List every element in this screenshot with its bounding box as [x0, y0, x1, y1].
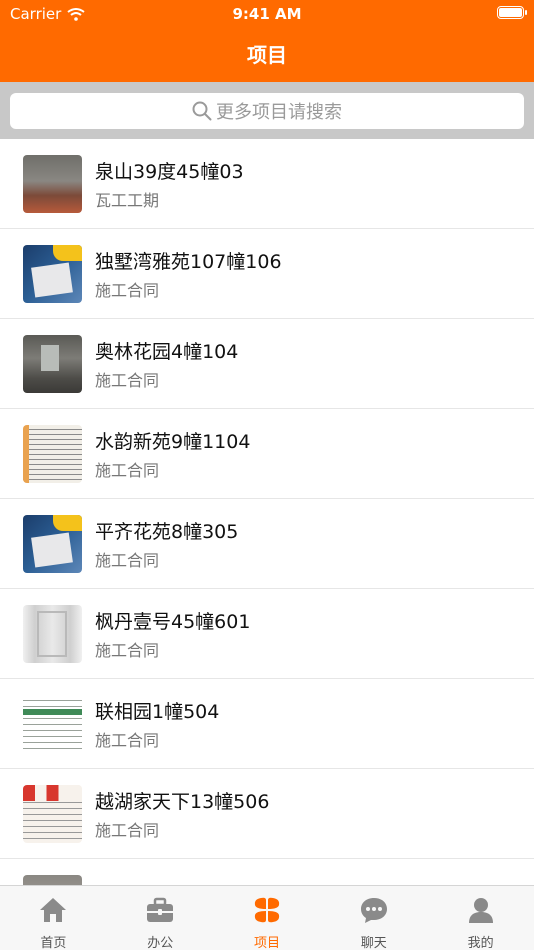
project-title: 越湖家天下13幢506	[95, 791, 270, 813]
search-area: 更多项目请搜索	[0, 82, 534, 139]
project-subtitle: 施工合同	[95, 731, 160, 750]
project-title: 联相园1幢504	[95, 701, 220, 723]
list-item[interactable]: 枫丹壹号45幢601 施工合同	[0, 589, 534, 679]
project-thumbnail	[23, 245, 82, 303]
list-item[interactable]: 平齐花苑8幢305 施工合同	[0, 499, 534, 589]
project-subtitle: 施工合同	[95, 371, 160, 390]
tab-bar: 首页 办公 项目 聊天 我的	[0, 885, 534, 951]
person-icon	[468, 898, 493, 923]
search-icon	[192, 101, 212, 121]
list-item[interactable]: 越湖家天下13幢506 施工合同	[0, 769, 534, 859]
status-time: 9:41 AM	[232, 5, 302, 23]
project-thumbnail	[23, 875, 82, 885]
project-thumbnail	[23, 335, 82, 393]
project-thumbnail	[23, 515, 82, 573]
project-subtitle: 施工合同	[95, 281, 160, 300]
clover-icon	[254, 897, 280, 923]
page-title: 项目	[0, 28, 534, 82]
tab-chat-label: 聊天	[360, 936, 387, 951]
status-bar: Carrier 9:41 AM	[0, 0, 534, 28]
project-title: 平齐花苑8幢305	[95, 521, 239, 543]
project-title: 奥林花园4幢104	[95, 341, 239, 363]
tab-profile-label: 我的	[467, 936, 494, 951]
tab-office[interactable]: 办公	[107, 886, 214, 951]
project-subtitle: 施工合同	[95, 551, 160, 570]
project-title: 独墅湾雅苑107幢106	[95, 251, 282, 273]
project-subtitle: 施工合同	[95, 641, 160, 660]
project-title: 枫丹壹号45幢601	[95, 611, 251, 633]
project-title: 泉山39度45幢03	[95, 161, 244, 183]
project-thumbnail	[23, 155, 82, 213]
list-item[interactable]: 水韵新苑9幢1104 施工合同	[0, 409, 534, 499]
search-placeholder: 更多项目请搜索	[216, 102, 342, 123]
project-thumbnail	[23, 785, 82, 843]
list-item[interactable]: 联相园1幢504 施工合同	[0, 679, 534, 769]
project-subtitle: 施工合同	[95, 821, 160, 840]
project-title: 水韵新苑9幢1104	[95, 431, 251, 453]
project-subtitle: 瓦工工期	[95, 191, 160, 210]
briefcase-icon	[147, 897, 174, 922]
search-input[interactable]: 更多项目请搜索	[10, 93, 524, 129]
project-subtitle: 施工合同	[95, 461, 160, 480]
tab-home[interactable]: 首页	[0, 886, 107, 951]
home-icon	[40, 898, 67, 922]
project-list[interactable]: 泉山39度45幢03 瓦工工期 独墅湾雅苑107幢106 施工合同 奥林花园4幢…	[0, 139, 534, 885]
tab-chat[interactable]: 聊天	[320, 886, 427, 951]
list-item[interactable]: 泉山39度45幢03 瓦工工期	[0, 139, 534, 229]
tab-projects-label: 项目	[253, 936, 280, 951]
list-item[interactable]: 奥林花园4幢104 施工合同	[0, 319, 534, 409]
tab-home-label: 首页	[40, 936, 67, 951]
project-thumbnail	[23, 425, 82, 483]
tab-office-label: 办公	[147, 936, 174, 951]
tab-profile[interactable]: 我的	[427, 886, 534, 951]
list-item[interactable]	[0, 859, 534, 885]
project-thumbnail	[23, 605, 82, 663]
list-item[interactable]: 独墅湾雅苑107幢106 施工合同	[0, 229, 534, 319]
project-thumbnail	[23, 695, 82, 753]
battery-icon	[497, 6, 527, 19]
tab-projects[interactable]: 项目	[214, 886, 321, 951]
chat-icon	[360, 898, 387, 923]
